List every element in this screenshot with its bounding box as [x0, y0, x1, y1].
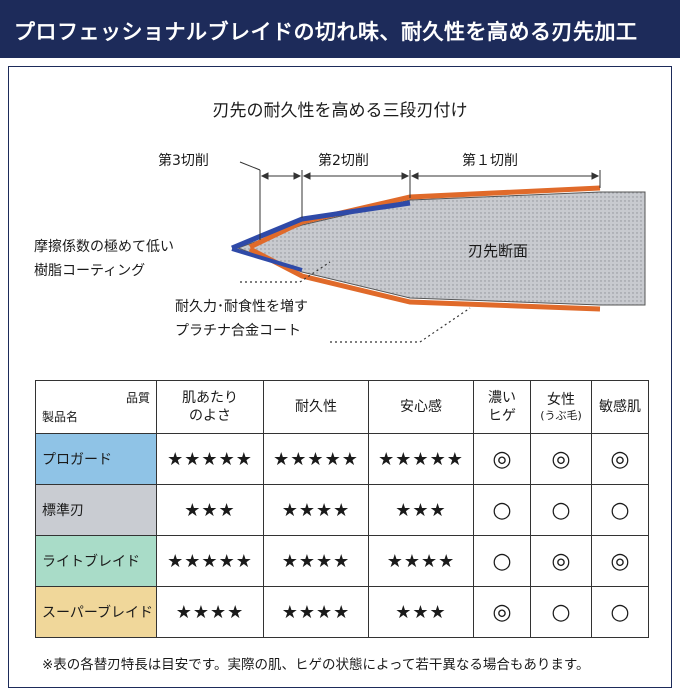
- platinum-coat-label-line1: 耐久力･耐食性を増す: [175, 299, 308, 315]
- row-name-proguard: プロガード: [35, 433, 157, 485]
- rating-cell: ★★★★★: [368, 433, 474, 485]
- table-row: プロガード ★★★★★ ★★★★★ ★★★★★ ◎ ◎ ◎: [35, 433, 649, 485]
- blade-edge-diagram: [231, 161, 646, 343]
- suitability-cell: ◎: [473, 586, 531, 638]
- rating-cell: ★★★★: [263, 535, 369, 587]
- rating-cell: ★★★: [368, 484, 474, 536]
- rating-cell: ★★★★★: [156, 535, 264, 587]
- cut1-label: 第１切削: [462, 153, 518, 169]
- row-name-superblade: スーパーブレイド: [35, 586, 157, 638]
- blade-comparison-table: 品質 製品名 肌あたり のよさ 耐久性 安心感 濃い ヒゲ 女性 (うぶ毛) 敏感…: [35, 380, 649, 638]
- row-name-lightblade: ライトブレイド: [35, 535, 157, 587]
- rating-cell: ★★★★★: [156, 433, 264, 485]
- cut3-label: 第3切削: [158, 153, 209, 169]
- table-corner-cell: 品質 製品名: [35, 380, 157, 434]
- column-header: 濃い ヒゲ: [473, 380, 531, 434]
- rating-cell: ★★★★: [263, 586, 369, 638]
- rating-cell: ★★★: [156, 484, 264, 536]
- suitability-cell: ◎: [591, 433, 649, 485]
- suitability-cell: ○: [473, 484, 531, 536]
- column-header: 肌あたり のよさ: [156, 380, 264, 434]
- suitability-cell: ○: [591, 586, 649, 638]
- suitability-cell: ◎: [530, 535, 592, 587]
- table-row: ライトブレイド ★★★★★ ★★★★ ★★★★ ○ ◎ ◎: [35, 535, 649, 587]
- cut2-label: 第2切削: [318, 153, 369, 169]
- resin-coating-label-line1: 摩擦係数の極めて低い: [34, 239, 174, 255]
- suitability-cell: ○: [591, 484, 649, 536]
- corner-product-label: 製品名: [42, 410, 79, 424]
- resin-coating-label-line2: 樹脂コーティング: [34, 263, 146, 279]
- footnote: ※表の各替刃特長は目安です。実際の肌、ヒゲの状態によって若干異なる場合もあります…: [42, 657, 590, 673]
- column-header: 女性 (うぶ毛): [530, 380, 592, 434]
- suitability-cell: ○: [473, 535, 531, 587]
- rating-cell: ★★★★: [368, 535, 474, 587]
- suitability-cell: ◎: [473, 433, 531, 485]
- cross-section-label: 刃先断面: [468, 242, 529, 260]
- column-header: 耐久性: [263, 380, 369, 434]
- table-row: 標準刃 ★★★ ★★★★ ★★★ ○ ○ ○: [35, 484, 649, 536]
- row-name-standard: 標準刃: [35, 484, 157, 536]
- platinum-coat-label-line2: プラチナ合金コート: [175, 323, 301, 339]
- rating-cell: ★★★: [368, 586, 474, 638]
- corner-quality-label: 品質: [125, 391, 150, 405]
- table-header-row: 品質 製品名 肌あたり のよさ 耐久性 安心感 濃い ヒゲ 女性 (うぶ毛) 敏感…: [35, 380, 649, 434]
- column-header: 敏感肌: [591, 380, 649, 434]
- rating-cell: ★★★★★: [263, 433, 369, 485]
- suitability-cell: ◎: [530, 433, 592, 485]
- column-header: 安心感: [368, 380, 474, 434]
- table-row: スーパーブレイド ★★★★ ★★★★ ★★★ ◎ ○ ○: [35, 586, 649, 638]
- suitability-cell: ○: [530, 484, 592, 536]
- blade-cross-section: [236, 191, 646, 306]
- suitability-cell: ◎: [591, 535, 649, 587]
- rating-cell: ★★★★: [263, 484, 369, 536]
- suitability-cell: ○: [530, 586, 592, 638]
- rating-cell: ★★★★: [156, 586, 264, 638]
